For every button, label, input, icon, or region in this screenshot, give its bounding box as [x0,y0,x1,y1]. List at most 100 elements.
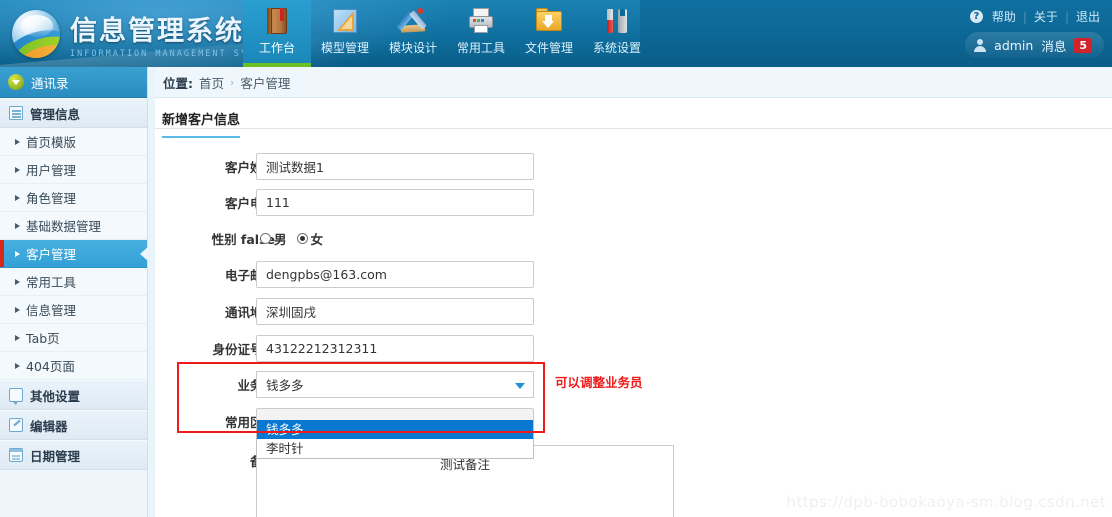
triangle-right-icon [15,167,20,173]
user-bar[interactable]: admin 消息 5 [965,32,1104,58]
logout-link[interactable]: 退出 [1076,8,1100,25]
help-link[interactable]: 帮助 [992,8,1016,25]
nav-label: 模块设计 [388,41,437,55]
sidebar-item-404-page[interactable]: 404页面 [0,352,147,380]
sidebar-item-customer-management[interactable]: 客户管理 [0,240,148,268]
nav-item-module-design[interactable]: 模块设计 [379,0,447,67]
triangle-right-icon [15,279,20,285]
message-count-badge: 5 [1074,37,1092,53]
book-icon [262,6,292,36]
chat-icon [9,388,23,405]
gender-radio-group: 男 女 [260,229,330,248]
app-header: 信息管理系统界面 INFORMATION MANAGEMENT SYSTEM G… [0,0,1112,67]
help-icon: ? [969,10,983,23]
link-divider: | [1064,9,1069,24]
sidebar: 通讯录 管理信息 首页模版 用户管理 角色管理 基础数据管理 客户管理 常用工具… [0,67,148,517]
sidebar-section-label: 其他设置 [30,388,81,404]
sidebar-item-basic-data-management[interactable]: 基础数据管理 [0,212,147,240]
gender-male-radio[interactable] [260,232,271,244]
triangle-right-icon [15,195,20,201]
sidebar-item-label: 首页模版 [26,135,77,150]
sidebar-group-label: 管理信息 [30,106,81,122]
message-label[interactable]: 消息 [1041,36,1066,55]
customer-name-input[interactable] [256,152,534,180]
username-label: admin [994,37,1034,53]
triangle-right-icon [15,307,20,313]
sidebar-item-common-tools[interactable]: 常用工具 [0,268,147,296]
address-input[interactable] [256,297,534,325]
sidebar-item-tab-page[interactable]: Tab页 [0,324,147,352]
breadcrumb-home-link[interactable]: 首页 [199,73,224,92]
nav-item-system-settings[interactable]: 系统设置 [583,0,651,67]
sidebar-item-label: 404页面 [26,359,75,374]
nav-label: 文件管理 [524,41,573,55]
sidebar-item-label: 客户管理 [26,247,77,262]
sidebar-item-role-management[interactable]: 角色管理 [0,184,147,212]
id-card-input[interactable] [256,334,534,362]
email-input[interactable] [256,260,534,288]
printer-icon [466,6,496,36]
breadcrumb: 位置: 首页 › 客户管理 [155,67,1112,98]
design-icon [396,6,428,36]
nav-item-common-tools[interactable]: 常用工具 [447,0,515,67]
triangle-right-icon [15,223,20,229]
sidebar-section-label: 编辑器 [30,418,68,434]
content-area: 位置: 首页 › 客户管理 新增客户信息 客户姓名 客户电话 [148,67,1112,517]
sidebar-item-label: 用户管理 [26,163,77,178]
nav-item-workbench[interactable]: 工作台 [243,0,311,67]
link-divider: | [1022,9,1027,24]
sidebar-item-label: 角色管理 [26,191,77,206]
panel-tab-bar: 新增客户信息 [155,98,1112,138]
sidebar-section-date-management[interactable]: 日期管理 [0,440,147,470]
chevron-right-icon: › [230,75,235,89]
header-links: ? 帮助 | 关于 | 退出 [969,8,1100,25]
sidebar-item-home-template[interactable]: 首页模版 [0,128,147,156]
nav-item-file-management[interactable]: 文件管理 [515,0,583,67]
gender-male-label: 男 [274,231,287,247]
chevron-down-icon [8,74,24,90]
tab-add-customer-info[interactable]: 新增客户信息 [162,109,241,138]
salesman-select[interactable]: 钱多多 [256,370,534,398]
breadcrumb-current: 客户管理 [240,75,291,91]
gender-female-label: 女 [310,231,324,247]
sidebar-header-contacts[interactable]: 通讯录 [0,67,147,98]
chevron-down-icon [515,382,525,389]
salesman-option[interactable]: 李时针 [257,439,533,458]
nav-label: 工作台 [258,41,295,55]
gender-female-radio[interactable] [296,232,308,244]
sidebar-item-label: Tab页 [26,331,60,346]
sidebar-item-label: 信息管理 [26,303,77,318]
sidebar-item-label: 基础数据管理 [26,219,102,234]
about-link[interactable]: 关于 [1034,8,1058,25]
salesman-selected-value: 钱多多 [266,377,304,393]
triangle-right-icon [15,139,20,145]
customer-phone-input[interactable] [256,188,534,216]
sidebar-section-editor[interactable]: 编辑器 [0,410,147,440]
top-navigation: 工作台 模型管理 模块设计 常用工具 文件管理 系统设置 [243,0,651,67]
annotation-text: 可以调整业务员 [555,375,643,390]
list-icon [9,106,23,120]
nav-label: 模型管理 [320,41,369,55]
edit-icon [9,418,23,432]
salesman-dropdown-list: 钱多多 李时针 [256,420,534,459]
folder-icon [534,6,564,36]
watermark: https://dpb-bobokaoya-sm.blog.csdn.net [786,493,1106,511]
sidebar-item-info-management[interactable]: 信息管理 [0,296,147,324]
sidebar-item-label: 常用工具 [26,275,77,290]
triangle-right-icon [15,335,20,341]
app-root: 信息管理系统界面 INFORMATION MANAGEMENT SYSTEM G… [0,0,1112,517]
sidebar-header-label: 通讯录 [31,75,69,91]
salesman-option[interactable]: 钱多多 [257,420,533,439]
form-panel: 新增客户信息 客户姓名 客户电话 性别 false [155,98,1112,517]
sidebar-section-label: 日期管理 [30,448,81,464]
sidebar-section-other-settings[interactable]: 其他设置 [0,380,147,410]
nav-item-model-management[interactable]: 模型管理 [311,0,379,67]
app-logo-icon [8,8,64,60]
breadcrumb-label: 位置: [163,75,193,91]
triangle-right-icon [15,251,20,257]
nav-label: 常用工具 [456,41,505,55]
sidebar-group-management-info[interactable]: 管理信息 [0,98,147,128]
sidebar-item-user-management[interactable]: 用户管理 [0,156,147,184]
nav-label: 系统设置 [592,41,641,55]
calendar-icon [9,448,23,462]
